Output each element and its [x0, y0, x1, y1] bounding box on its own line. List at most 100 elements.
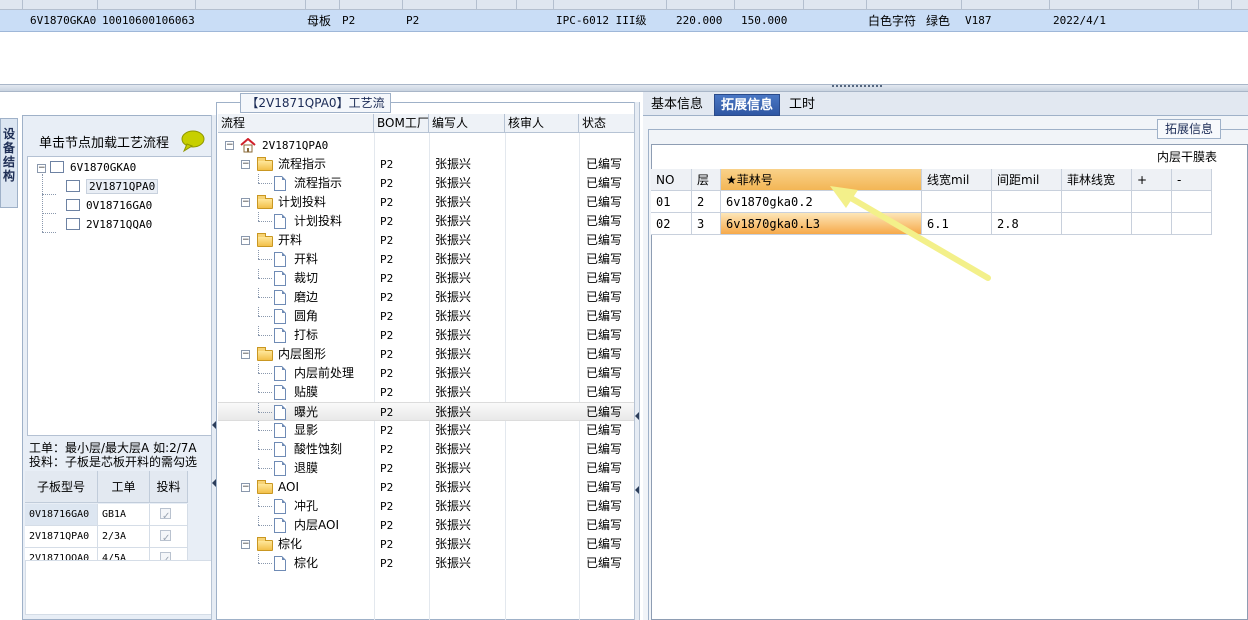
- middle-splitter[interactable]: [634, 102, 640, 620]
- process-name: 内层前处理: [294, 366, 355, 380]
- table-cell[interactable]: [1172, 191, 1212, 213]
- col-header-status[interactable]: 状态: [579, 114, 636, 133]
- process-step-row[interactable]: 酸性蚀刻 P2 张振兴 已编写: [218, 440, 636, 459]
- table-cell[interactable]: 2: [692, 191, 721, 213]
- process-step-row[interactable]: 裁切 P2 张振兴 已编写: [218, 269, 636, 288]
- col-header-model[interactable]: 子板型号: [25, 471, 98, 503]
- structure-tree[interactable]: − 6V1870GKA0 2V1871QPA0 0V18716GA0 2V187…: [27, 156, 212, 436]
- process-step-row[interactable]: 磨边 P2 张振兴 已编写: [218, 288, 636, 307]
- writer: 张振兴: [435, 176, 472, 190]
- tree-collapse-toggle[interactable]: −: [225, 141, 234, 150]
- document-icon: [274, 309, 286, 324]
- table-cell-order[interactable]: GB1A: [98, 504, 150, 526]
- writer: 张振兴: [435, 518, 472, 532]
- table-cell-order[interactable]: 2/3A: [98, 526, 150, 548]
- process-step-row[interactable]: 棕化 P2 张振兴 已编写: [218, 554, 636, 573]
- process-step-row[interactable]: 显影 P2 张振兴 已编写: [218, 421, 636, 440]
- splitter-grip-icon[interactable]: [832, 85, 882, 89]
- top-grid-row[interactable]: 6V1870GKA0 10010600106063 母板 P2 P2 IPC-6…: [0, 10, 1248, 32]
- tree-collapse-toggle[interactable]: −: [241, 540, 250, 549]
- col-header-writer[interactable]: 编写人: [429, 114, 505, 133]
- process-group-row[interactable]: − 开料 P2 张振兴 已编写: [218, 231, 636, 250]
- tab-extended-info[interactable]: 拓展信息: [714, 94, 781, 116]
- col-header-bom[interactable]: BOM工厂: [374, 114, 429, 133]
- feed-checkbox[interactable]: [150, 504, 188, 528]
- col-header-reviewer[interactable]: 核审人: [505, 114, 579, 133]
- writer: 张振兴: [435, 157, 472, 171]
- table-cell[interactable]: [1132, 191, 1172, 213]
- process-step-row[interactable]: 流程指示 P2 张振兴 已编写: [218, 174, 636, 193]
- tree-collapse-toggle[interactable]: −: [241, 198, 250, 207]
- process-name: 开料: [294, 252, 319, 266]
- process-group-row[interactable]: − AOI P2 张振兴 已编写: [218, 478, 636, 497]
- status: 已编写: [586, 347, 623, 361]
- col-header-no[interactable]: NO: [651, 169, 692, 191]
- side-tab-label: 设备结构: [3, 127, 16, 183]
- process-step-row[interactable]: 曝光 P2 张振兴 已编写: [218, 402, 636, 421]
- table-cell-model[interactable]: 2V1871QPA0: [25, 526, 98, 548]
- process-step-row[interactable]: 计划投料 P2 张振兴 已编写: [218, 212, 636, 231]
- status: 已编写: [586, 271, 623, 285]
- tree-collapse-toggle[interactable]: −: [241, 350, 250, 359]
- load-hint-text: 单击节点加载工艺流程: [39, 136, 170, 151]
- process-root-row[interactable]: − 2V1871QPA0: [218, 136, 636, 155]
- node-icon: [66, 199, 80, 211]
- table-cell[interactable]: 01: [651, 191, 692, 213]
- process-step-row[interactable]: 内层AOI P2 张振兴 已编写: [218, 516, 636, 535]
- table-cell[interactable]: 02: [651, 213, 692, 235]
- folder-icon: [257, 157, 273, 171]
- feed-checkbox[interactable]: [150, 526, 188, 550]
- tab-basic-info[interactable]: 基本信息: [645, 94, 709, 116]
- table-cell[interactable]: 2.8: [992, 213, 1062, 235]
- tab-work-hours[interactable]: 工时: [783, 94, 821, 116]
- process-name: 内层图形: [278, 347, 327, 361]
- process-step-row[interactable]: 圆角 P2 张振兴 已编写: [218, 307, 636, 326]
- process-group-row[interactable]: − 流程指示 P2 张振兴 已编写: [218, 155, 636, 174]
- table-cell[interactable]: [1062, 213, 1132, 235]
- table-cell[interactable]: [992, 191, 1062, 213]
- table-cell[interactable]: 3: [692, 213, 721, 235]
- process-step-row[interactable]: 打标 P2 张振兴 已编写: [218, 326, 636, 345]
- tree-collapse-toggle[interactable]: −: [241, 236, 250, 245]
- remove-column-button[interactable]: -: [1172, 169, 1212, 191]
- process-group-row[interactable]: − 棕化 P2 张振兴 已编写: [218, 535, 636, 554]
- tree-collapse-toggle[interactable]: −: [241, 483, 250, 492]
- process-step-row[interactable]: 内层前处理 P2 张振兴 已编写: [218, 364, 636, 383]
- process-group-row[interactable]: − 计划投料 P2 张振兴 已编写: [218, 193, 636, 212]
- add-column-button[interactable]: +: [1132, 169, 1172, 191]
- folder-icon: [257, 480, 273, 494]
- table-cell[interactable]: [1172, 213, 1212, 235]
- tree-node-child[interactable]: 2V1871QQA0: [66, 216, 152, 234]
- col-header-layer[interactable]: 层: [692, 169, 721, 191]
- process-step-row[interactable]: 贴膜 P2 张振兴 已编写: [218, 383, 636, 402]
- col-header-film-line-width[interactable]: 菲林线宽: [1062, 169, 1132, 191]
- writer: 张振兴: [435, 328, 472, 342]
- col-header-feed[interactable]: 投料: [150, 471, 188, 503]
- process-step-row[interactable]: 开料 P2 张振兴 已编写: [218, 250, 636, 269]
- side-tab-equipment-structure[interactable]: 设备结构: [0, 118, 18, 208]
- status: 已编写: [586, 290, 623, 304]
- tree-node-child[interactable]: 2V1871QPA0: [66, 178, 159, 196]
- collapse-arrow-icon[interactable]: [635, 412, 639, 420]
- collapse-arrow-icon[interactable]: [635, 486, 639, 494]
- col-header-spacing[interactable]: 间距mil: [992, 169, 1062, 191]
- status: 已编写: [586, 537, 623, 551]
- tree-collapse-toggle[interactable]: −: [241, 160, 250, 169]
- tree-node-root[interactable]: 6V1870GKA0: [50, 159, 136, 177]
- bom-factory: P2: [380, 348, 394, 361]
- process-group-row[interactable]: − 内层图形 P2 张振兴 已编写: [218, 345, 636, 364]
- status: 已编写: [586, 233, 623, 247]
- cell-factory: P2: [406, 14, 420, 27]
- col-header-order[interactable]: 工单: [98, 471, 150, 503]
- horizontal-splitter[interactable]: [0, 84, 1248, 92]
- process-name: 流程指示: [278, 157, 327, 171]
- tree-node-child[interactable]: 0V18716GA0: [66, 197, 152, 215]
- process-step-row[interactable]: 退膜 P2 张振兴 已编写: [218, 459, 636, 478]
- tree-collapse-toggle[interactable]: −: [37, 164, 46, 173]
- table-cell-model[interactable]: 0V18716GA0: [25, 504, 98, 526]
- table-cell[interactable]: [1062, 191, 1132, 213]
- process-step-row[interactable]: 冲孔 P2 张振兴 已编写: [218, 497, 636, 516]
- table-cell[interactable]: [1132, 213, 1172, 235]
- document-icon: [274, 328, 286, 343]
- col-header-flow[interactable]: 流程: [218, 114, 374, 133]
